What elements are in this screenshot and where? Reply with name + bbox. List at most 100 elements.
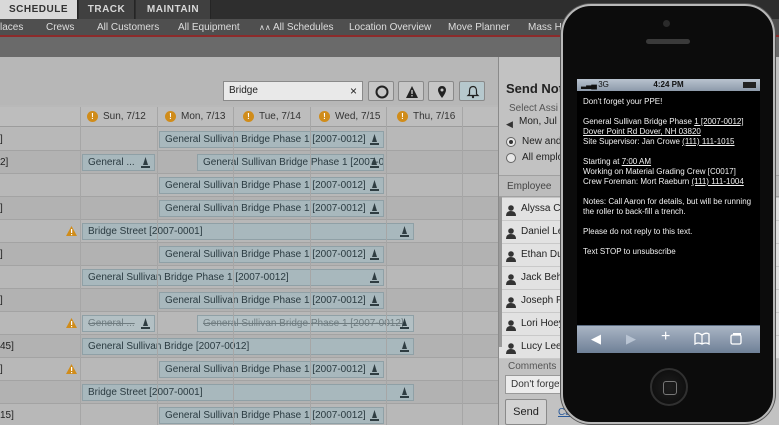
send-button[interactable]: Send <box>505 399 547 425</box>
schedule-row[interactable]: General Sullivan Bridge Phase 1 [2007-00… <box>0 174 498 197</box>
bookmarks-icon[interactable] <box>694 332 710 348</box>
row-label: 15] <box>0 410 14 421</box>
traffic-cone-icon <box>141 318 150 331</box>
speaker-grille <box>646 39 690 44</box>
assignment-bar[interactable]: General Sullivan Bridge Phase 1 [2007-00… <box>159 131 384 148</box>
day-header: ! Thu, 7/16 <box>397 107 455 127</box>
assignment-bar[interactable]: General Sullivan Bridge [2007-0012] <box>82 338 415 355</box>
employee-list-scrollbar[interactable] <box>499 197 502 347</box>
pin-filter-button[interactable] <box>428 81 454 101</box>
search-value: Bridge <box>229 85 258 96</box>
warning-icon <box>66 226 77 239</box>
tab-track[interactable]: TRACK <box>79 0 135 19</box>
forward-arrow-icon[interactable]: ▶ <box>626 332 636 346</box>
warning-icon <box>66 364 77 377</box>
sms-message: Don't forget your PPE! General Sullivan … <box>583 97 757 267</box>
bell-filter-button[interactable] <box>459 81 485 101</box>
schedule-row[interactable]: General Sullivan Bridge Phase 1 [2007-00… <box>0 266 498 289</box>
schedule-row[interactable]: 2] General ... General Sullivan Bridge Pha… <box>0 151 498 174</box>
sms-line: Please do not reply to this text. <box>583 227 693 236</box>
sms-address-link[interactable]: Dover Point Rd Dover, NH 03820 <box>583 127 701 136</box>
assignment-bar[interactable]: General Sullivan Bridge Phase 1 [2007-00… <box>159 246 384 263</box>
schedule-row[interactable]: ] General Sullivan Bridge Phase 1 [2007-0… <box>0 289 498 312</box>
schedule-row[interactable]: ] General Sullivan Bridge Phase 1 [2007-0… <box>0 197 498 220</box>
traffic-cone-icon <box>370 295 379 308</box>
phone-clock: 4:24 PM <box>653 80 684 89</box>
radio-new-updated[interactable] <box>506 137 516 147</box>
assignment-bar-label: General Sullivan Bridge [2007-0012] <box>88 341 250 352</box>
subnav-all-equipment[interactable]: All Equipment <box>178 19 240 37</box>
sms-phone-link[interactable]: (111) 111-1004 <box>691 177 743 186</box>
sms-line: Text STOP to unsubscribe <box>583 247 676 256</box>
row-label: ] <box>0 203 3 214</box>
assignment-bar[interactable]: General ... <box>82 154 155 171</box>
day-column-divider <box>233 107 234 425</box>
schedule-panel: Bridge × ! Sun, 7/12 ! Mon, 7/13 ! Tue, 7/1… <box>0 57 498 425</box>
panel-title: Send Noti <box>506 81 567 96</box>
add-icon[interactable]: + <box>661 329 670 345</box>
sms-time-link[interactable]: 7:00 AM <box>622 157 651 166</box>
assignment-bar[interactable]: General Sullivan Bridge Phase 1 [2007-00… <box>159 177 384 194</box>
circle-filter-button[interactable] <box>368 81 394 101</box>
day-header: ! Sun, 7/12 <box>87 107 146 127</box>
traffic-cone-icon <box>400 341 410 354</box>
assignment-bar[interactable]: General ... <box>82 315 155 332</box>
pin-icon <box>438 86 446 98</box>
assignment-bar[interactable]: General Sullivan Bridge Phase 1 [2007-00… <box>197 154 384 171</box>
schedule-row[interactable]: 15] General Sullivan Bridge Phase 1 [2007… <box>0 404 498 425</box>
assignment-bar[interactable]: Bridge Street [2007-0001] <box>82 223 415 240</box>
schedule-row[interactable]: Bridge Street [2007-0001] <box>0 220 498 243</box>
browser-toolbar: ◀ ▶ + <box>577 325 760 353</box>
tab-schedule[interactable]: SCHEDULE <box>0 0 78 19</box>
clear-search-icon[interactable]: × <box>350 82 357 100</box>
subnav-places[interactable]: laces <box>0 19 23 37</box>
assignment-bar[interactable]: General Sullivan Bridge Phase 1 [2007-00… <box>159 407 384 424</box>
radio-all-employees[interactable] <box>506 153 516 163</box>
subnav-crews[interactable]: Crews <box>46 19 74 37</box>
sms-link[interactable]: 1 [2007-0012] <box>694 117 743 126</box>
assignment-bar[interactable]: General Sullivan Bridge Phase 1 [2007-00… <box>159 361 384 378</box>
assignment-bar-label: General ... <box>88 318 135 329</box>
warning-icon: ! <box>243 110 254 122</box>
comments-label: Comments <box>508 361 557 372</box>
sms-phone-link[interactable]: (111) 111-1015 <box>682 137 734 146</box>
warning-icon <box>66 318 77 331</box>
sms-paragraph: Starting at 7:00 AM Working on Material … <box>583 157 757 187</box>
back-arrow-icon[interactable]: ◀ <box>591 332 601 346</box>
day-label: Thu, 7/16 <box>413 111 456 122</box>
subnav-all-schedules-label: All Schedules <box>272 22 334 33</box>
search-input[interactable]: Bridge × <box>223 81 363 101</box>
tabs-icon[interactable] <box>729 332 743 348</box>
sms-text: Site Supervisor: Jan Crowe <box>583 137 683 146</box>
schedule-row[interactable]: ] General Sullivan Bridge Phase 1 [2007-0… <box>0 358 498 381</box>
assignment-bar-label: General Sullivan Bridge Phase 1 [2007-00… <box>165 180 366 191</box>
schedule-toolbar: Bridge × <box>0 57 498 105</box>
assignment-bar[interactable]: General Sullivan Bridge Phase 1 [2007-00… <box>159 292 384 309</box>
row-label: 45] <box>0 341 14 352</box>
warning-filter-button[interactable] <box>398 81 424 101</box>
chevron-up-icon: ∧∧ <box>259 23 273 32</box>
triangle-left-icon[interactable]: ◀ <box>506 119 513 130</box>
traffic-cone-icon <box>370 134 379 147</box>
home-button[interactable] <box>650 368 688 406</box>
subnav-all-schedules[interactable]: ∧∧ All Schedules <box>259 19 334 37</box>
schedule-row[interactable]: 45] General Sullivan Bridge [2007-0012] <box>0 335 498 358</box>
subnav-all-customers[interactable]: All Customers <box>97 19 159 37</box>
schedule-row[interactable]: Bridge Street [2007-0001] <box>0 381 498 404</box>
assignment-bar[interactable]: General Sullivan Bridge Phase 1 [2007-00… <box>159 200 384 217</box>
date-selector[interactable]: Mon, Jul 1 <box>519 116 565 127</box>
assignment-bar[interactable]: Bridge Street [2007-0001] <box>82 384 415 401</box>
day-column-divider <box>386 107 387 425</box>
subnav-location-overview[interactable]: Location Overview <box>349 19 431 37</box>
warning-icon: ! <box>87 110 98 122</box>
schedule-row[interactable]: General ... General Sullivan Bridge Phase… <box>0 312 498 335</box>
assignment-bar[interactable]: General Sullivan Bridge Phase 1 [2007-00… <box>197 315 415 332</box>
circle-icon <box>375 85 389 99</box>
schedule-row[interactable]: ] General Sullivan Bridge Phase 1 [2007-0… <box>0 243 498 266</box>
subnav-move-planner[interactable]: Move Planner <box>448 19 510 37</box>
assignment-bar-label: General Sullivan Bridge Phase 1 [2007-00… <box>165 410 366 421</box>
tab-maintain[interactable]: MAINTAIN <box>136 0 211 19</box>
schedule-row[interactable]: ] General Sullivan Bridge Phase 1 [2007-0… <box>0 128 498 151</box>
day-label: Wed, 7/15 <box>335 111 381 122</box>
sms-notes: Notes: Call Aaron for details, but will … <box>583 197 752 216</box>
